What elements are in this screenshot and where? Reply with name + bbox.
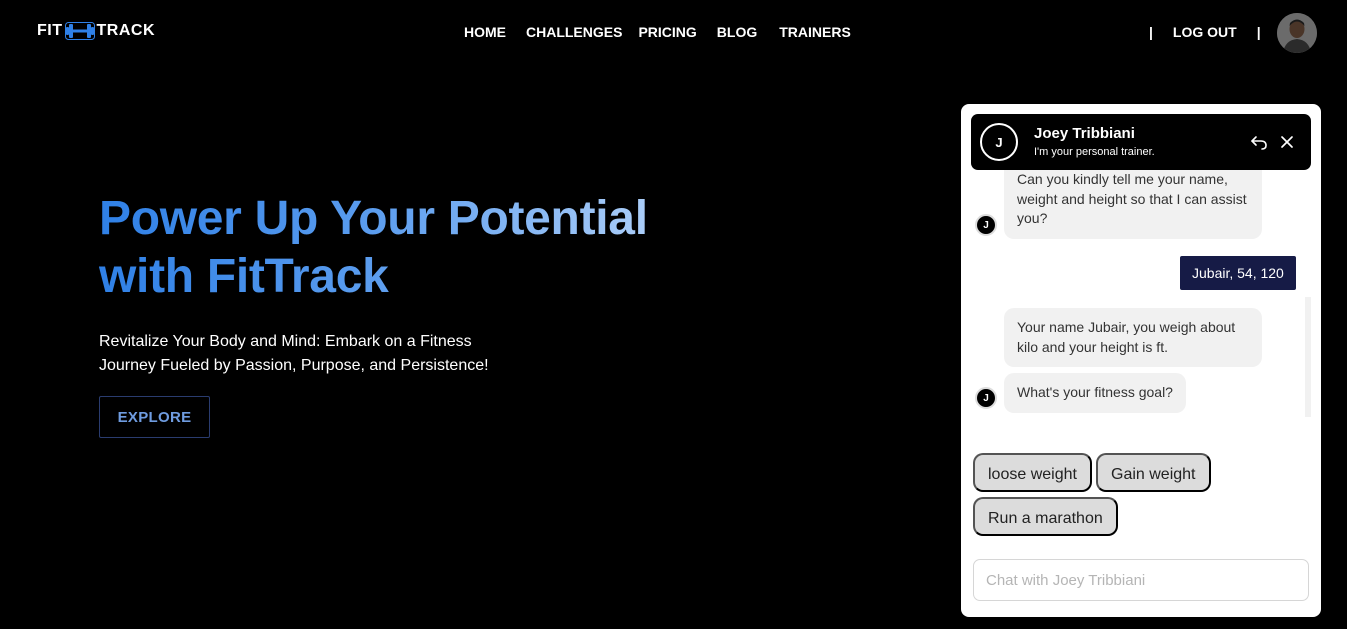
nav-trainers[interactable]: TRAINERS: [779, 24, 851, 40]
explore-button[interactable]: EXPLORE: [99, 396, 210, 438]
nav-account: | LOG OUT |: [1149, 24, 1261, 40]
chat-messages[interactable]: Can you kindly tell me your name, weight…: [961, 170, 1321, 432]
hero-title: Power Up Your Potential with FitTrack: [99, 190, 699, 306]
nav-separator: |: [1256, 24, 1261, 40]
brand-right-text: TRACK: [96, 22, 155, 39]
chat-input[interactable]: [973, 559, 1309, 601]
bot-avatar: J: [975, 214, 997, 236]
hero-subtitle: Revitalize Your Body and Mind: Embark on…: [99, 333, 489, 374]
brand-left-text: FIT: [37, 22, 63, 39]
close-icon[interactable]: [1277, 132, 1297, 152]
logout-link[interactable]: LOG OUT: [1173, 24, 1237, 40]
quick-reply-gain-weight[interactable]: Gain weight: [1096, 453, 1211, 492]
bot-message: Can you kindly tell me your name, weight…: [1004, 170, 1262, 239]
brand-logo[interactable]: FIT TRACK: [37, 22, 155, 40]
avatar-photo: [1277, 13, 1317, 53]
trainer-avatar: J: [980, 123, 1018, 161]
nav-challenges[interactable]: CHALLENGES: [526, 24, 622, 40]
nav-separator: |: [1149, 24, 1153, 40]
bot-message: Your name Jubair, you weigh about kilo a…: [1004, 308, 1262, 367]
nav-blog[interactable]: BLOG: [717, 24, 757, 40]
chat-header: J Joey Tribbiani I'm your personal train…: [971, 114, 1311, 170]
nav-pricing[interactable]: PRICING: [638, 24, 696, 40]
bot-avatar: J: [975, 387, 997, 409]
bot-message: What's your fitness goal?: [1004, 373, 1186, 413]
chat-scrollbar[interactable]: [1305, 297, 1311, 417]
user-avatar[interactable]: [1277, 13, 1317, 53]
hero-title-line1: Power Up Your Potential: [99, 192, 648, 245]
quick-reply-marathon[interactable]: Run a marathon: [973, 497, 1118, 536]
back-arrow-icon[interactable]: [1249, 132, 1269, 152]
nav-home[interactable]: HOME: [464, 24, 506, 40]
user-message: Jubair, 54, 120: [1180, 256, 1296, 290]
main-nav: HOME CHALLENGES PRICING BLOG TRAINERS: [464, 24, 871, 40]
quick-reply-lose-weight[interactable]: loose weight: [973, 453, 1092, 492]
chat-widget: J Joey Tribbiani I'm your personal train…: [961, 104, 1321, 617]
hero-section: Power Up Your Potential with FitTrack Re…: [99, 190, 699, 378]
trainer-tagline: I'm your personal trainer.: [1034, 146, 1155, 158]
dumbbell-icon: [64, 22, 95, 40]
hero-title-line2: with FitTrack: [99, 250, 389, 303]
trainer-name: Joey Tribbiani: [1034, 125, 1135, 142]
top-navbar: FIT TRACK HOME CHALLENGES PRICING BLOG T…: [0, 0, 1347, 64]
